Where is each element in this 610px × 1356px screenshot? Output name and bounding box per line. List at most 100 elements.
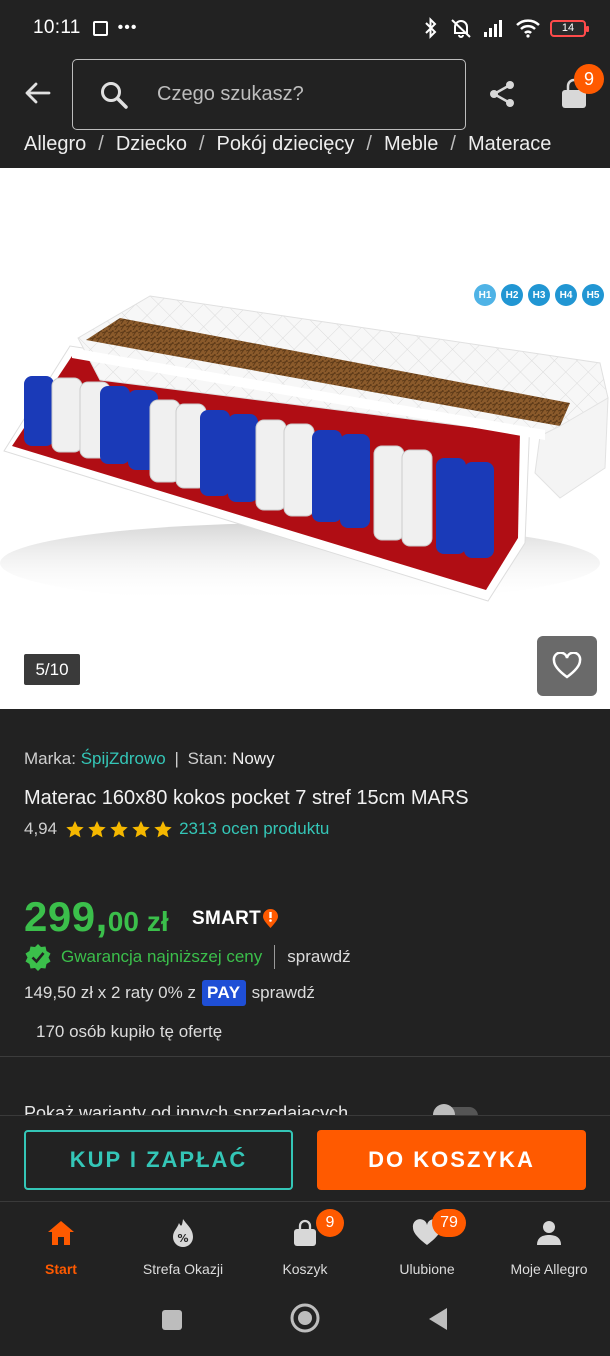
rating-value: 4,94 [24, 819, 58, 838]
silent-bell-icon [451, 19, 471, 38]
star-icon [66, 820, 84, 837]
user-icon [537, 1221, 561, 1245]
guarantee-text: Gwarancja najniższej ceny [61, 947, 263, 966]
price-whole: 299, [24, 893, 108, 940]
nav-item-koszyk[interactable]: 9 Koszyk [244, 1203, 366, 1285]
more-notifications-icon: ••• [117, 19, 138, 36]
nav-label: Start [45, 1261, 77, 1277]
status-time: 10:11 [33, 17, 81, 38]
variants-row[interactable]: Pokaż warianty od innych sprzedających [24, 1103, 348, 1115]
breadcrumb-separator: / [366, 132, 372, 155]
bluetooth-icon [425, 17, 437, 39]
cart-count-badge: 9 [316, 1209, 344, 1237]
deals-icon: % [173, 1219, 193, 1247]
price-cents: 00 [107, 906, 139, 937]
price: 299, 00 zł [24, 893, 169, 941]
breadcrumb-item[interactable]: Dziecko [116, 133, 187, 156]
search-bar[interactable] [72, 59, 466, 130]
rating-count-link[interactable]: 2313 ocen produktu [179, 819, 329, 839]
search-input[interactable] [157, 83, 437, 106]
guarantee-check-link[interactable]: sprawdź [287, 947, 350, 967]
recent-apps-icon[interactable] [160, 1308, 184, 1332]
shopping-bag-icon [294, 1219, 316, 1246]
condition-value: Nowy [232, 749, 275, 768]
cart-count-badge: 9 [574, 64, 604, 94]
smart-exclamation-icon [263, 909, 279, 928]
wifi-icon [516, 19, 540, 38]
app-header: 9 [0, 56, 610, 132]
nav-item-strefa-okazji[interactable]: % Strefa Okazji [122, 1203, 244, 1285]
breadcrumb-separator: / [450, 132, 456, 155]
nav-item-start[interactable]: Start [0, 1203, 122, 1285]
system-navigation-bar [0, 1285, 610, 1356]
brand-link[interactable]: ŚpijZdrowo [81, 749, 166, 768]
breadcrumb: Allegro / Dziecko / Pokój dziecięcy / Me… [24, 128, 551, 160]
smart-label: SMART [192, 908, 262, 929]
installments-check-link[interactable]: sprawdź [252, 983, 315, 1003]
home-button-icon[interactable] [289, 1302, 321, 1334]
svg-text:%: % [177, 1232, 188, 1245]
breadcrumb-item[interactable]: Materace [468, 133, 551, 156]
breadcrumb-separator: / [198, 132, 205, 155]
star-icon [88, 820, 106, 837]
installments-row: 149,50 zł x 2 raty 0% z PAY sprawdź [24, 980, 315, 1006]
breadcrumb-item[interactable]: Allegro [24, 133, 86, 156]
screenshot-icon [92, 20, 108, 36]
firmness-mark: H4 [555, 284, 577, 306]
variants-toggle[interactable] [432, 1103, 480, 1115]
star-icon [110, 820, 128, 837]
separator: | [174, 749, 179, 768]
toggle-switch-icon [433, 1104, 478, 1115]
status-bar: 10:11 ••• 14 [0, 0, 610, 56]
nav-label: Strefa Okazji [142, 1261, 224, 1277]
add-to-cart-button[interactable]: DO KOSZYKA [317, 1130, 586, 1190]
search-icon [101, 81, 128, 109]
separator [274, 945, 276, 969]
product-title: Materac 160x80 kokos pocket 7 stref 15cm… [24, 787, 469, 809]
mattress-image [0, 295, 609, 603]
rating-row: 4,94 2313 ocen produktu [24, 819, 329, 839]
installments-text: 149,50 zł x 2 raty 0% z [24, 983, 196, 1002]
price-currency: zł [146, 906, 169, 937]
cart-button[interactable]: 9 [558, 64, 604, 112]
firmness-mark: H1 [474, 284, 496, 306]
bottom-navigation: Start % Strefa Okazji 9 Koszyk 79 Ulubio… [0, 1203, 610, 1285]
battery-icon: 14 [550, 19, 589, 37]
nav-label: Koszyk [282, 1261, 328, 1277]
star-icon [132, 820, 150, 837]
condition-label: Stan: [187, 749, 228, 768]
allegro-pay-badge: PAY [201, 980, 246, 1006]
divider [0, 1056, 610, 1057]
battery-level: 14 [561, 22, 575, 34]
guarantee-badge-icon [25, 944, 51, 971]
nav-item-moje-allegro[interactable]: Moje Allegro [488, 1203, 610, 1285]
image-counter: 5/10 [24, 654, 80, 685]
share-icon[interactable] [486, 78, 518, 110]
brand-condition-line: Marka: ŚpijZdrowo | Stan: Nowy [24, 749, 275, 769]
product-image-gallery[interactable]: H1 H2 H3 H4 H5 5/10 [0, 168, 610, 709]
signal-icon [484, 20, 502, 37]
firmness-mark: H2 [501, 284, 523, 306]
breadcrumb-item[interactable]: Meble [384, 133, 438, 156]
back-arrow-icon[interactable] [22, 78, 52, 108]
breadcrumb-separator: / [98, 132, 104, 155]
variants-label: Pokaż warianty od innych sprzedających [24, 1103, 349, 1115]
home-icon [48, 1221, 74, 1245]
firmness-mark: H3 [528, 284, 550, 306]
price-guarantee-row: Gwarancja najniższej ceny sprawdź [24, 943, 351, 971]
purchase-action-bar: KUP I ZAPŁAĆ DO KOSZYKA [0, 1115, 610, 1202]
brand-label: Marka: [24, 749, 76, 768]
bought-count: 170 osób kupiło tę ofertę [36, 1022, 223, 1041]
nav-item-ulubione[interactable]: 79 Ulubione [366, 1203, 488, 1285]
nav-label: Ulubione [399, 1261, 455, 1277]
smart-badge: SMART [192, 908, 279, 930]
favorite-button[interactable] [537, 636, 597, 696]
star-icon [154, 820, 172, 837]
back-triangle-icon[interactable] [427, 1306, 449, 1332]
firmness-scale: H1 H2 H3 H4 H5 [474, 284, 604, 306]
nav-label: Moje Allegro [510, 1261, 588, 1277]
breadcrumb-item[interactable]: Pokój dziecięcy [217, 133, 355, 156]
buy-now-button[interactable]: KUP I ZAPŁAĆ [24, 1130, 293, 1190]
firmness-mark: H5 [582, 284, 604, 306]
rating-stars [65, 820, 173, 839]
